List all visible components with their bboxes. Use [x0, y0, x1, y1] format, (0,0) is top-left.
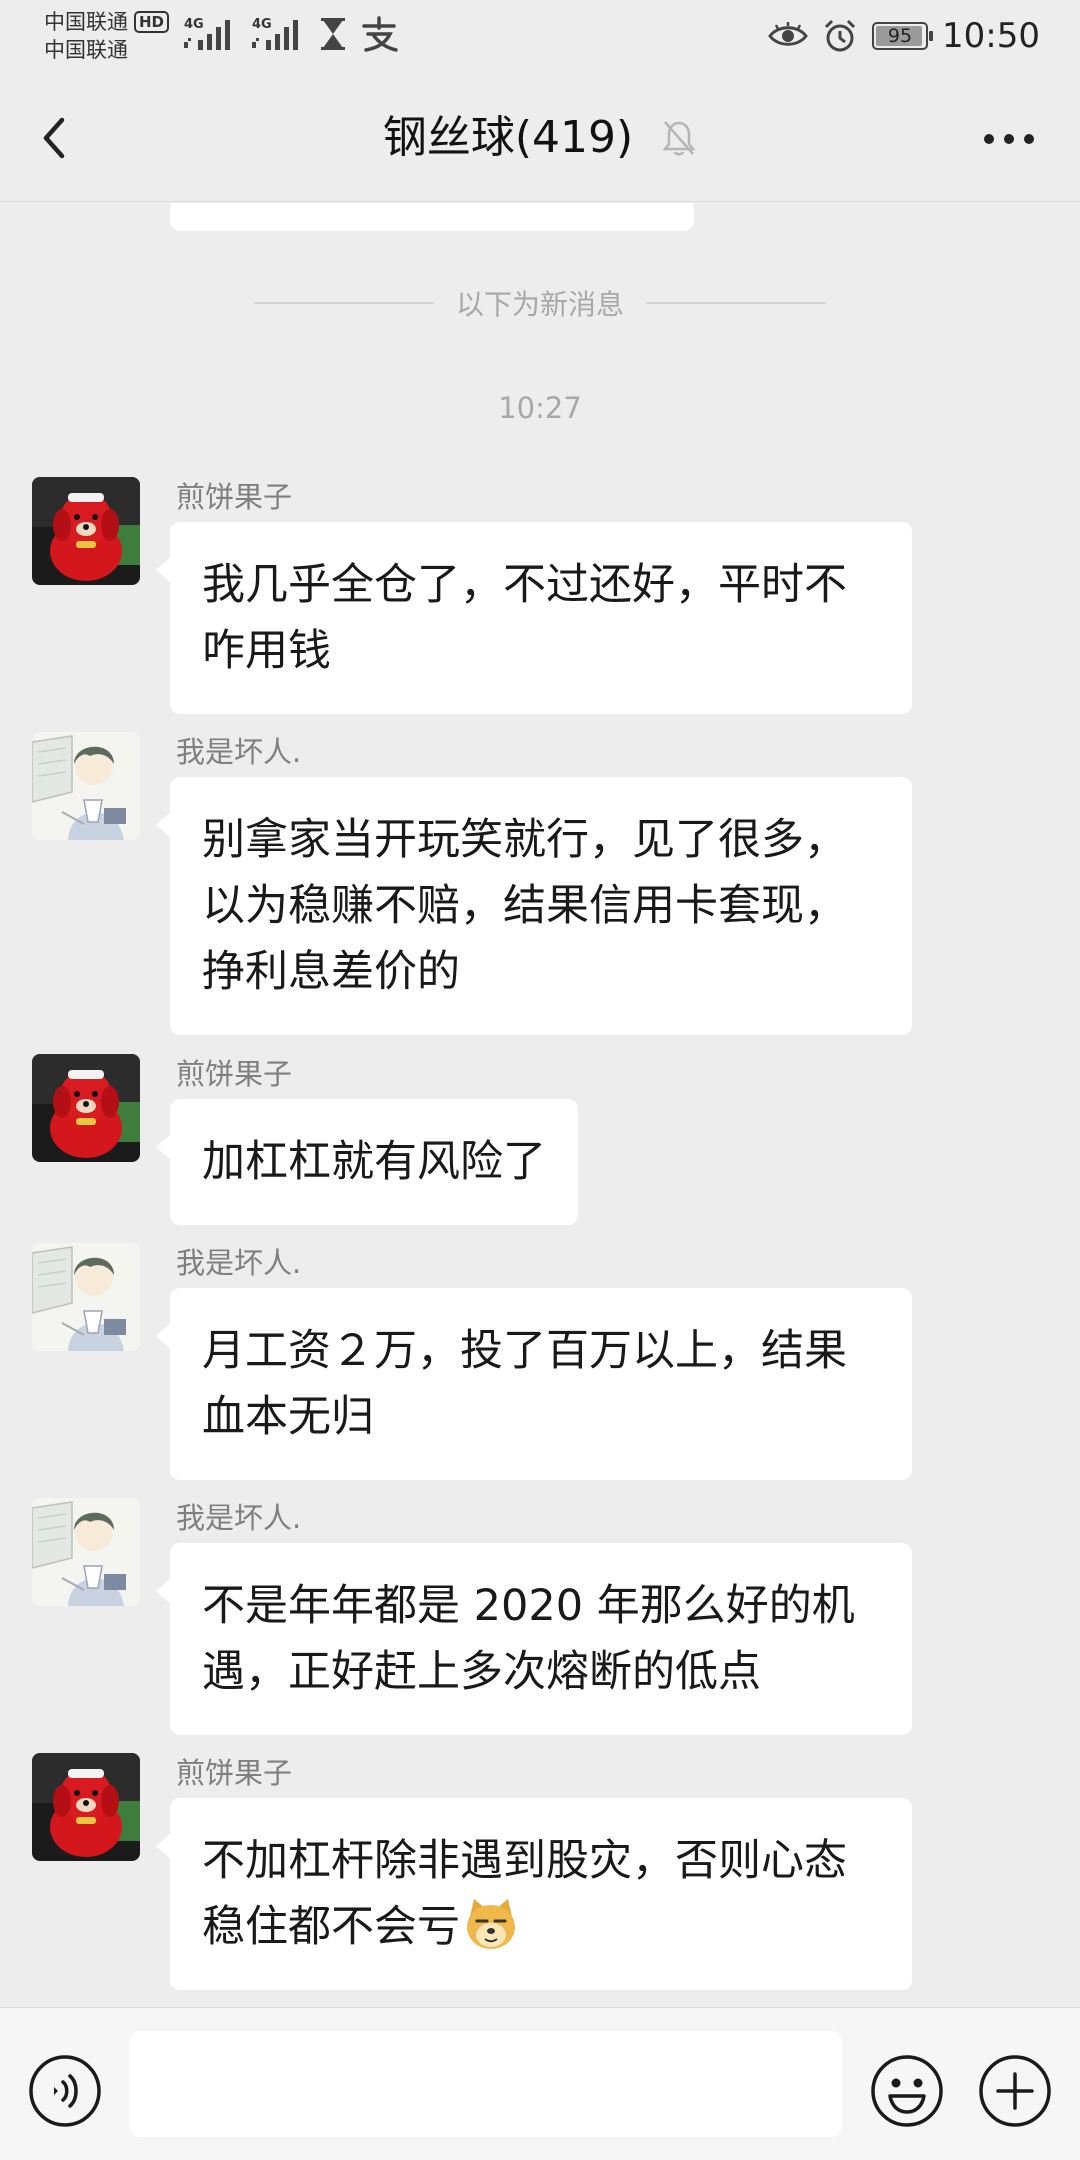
carrier-1: 中国联通 — [44, 10, 128, 34]
chat-input-bar — [0, 2007, 1080, 2160]
anime-boy-avatar-icon — [32, 1498, 140, 1606]
signal-icon-1: 4G — [184, 17, 230, 50]
message-input[interactable] — [130, 2031, 842, 2137]
message-text: 不加杠杆除非遇到股灾，否则心态稳住都不会亏 — [202, 1836, 847, 1952]
sender-name: 我是坏人. — [176, 735, 302, 769]
message-bubble[interactable]: 不加杠杆除非遇到股灾，否则心态稳住都不会亏 — [156, 1798, 912, 1990]
sender-avatar[interactable] — [32, 477, 140, 585]
chat-header: 钢丝球(419) — [0, 72, 1080, 202]
chat-message-list[interactable]: 以下为新消息 10:27 煎饼果子 我几乎全仓了，不过还好，平时不咋用钱 我是坏… — [0, 203, 1080, 2007]
red-dog-avatar-icon — [32, 1054, 140, 1162]
sender-avatar[interactable] — [32, 1498, 140, 1606]
signal-icon-2: 4G — [252, 17, 298, 50]
emoji-icon[interactable] — [870, 2054, 944, 2128]
previous-message-bubble — [170, 203, 694, 231]
sender-name: 煎饼果子 — [176, 1057, 293, 1091]
alipay-icon — [362, 16, 398, 52]
new-messages-label: 以下为新消息 — [455, 288, 624, 321]
sender-name: 煎饼果子 — [176, 1756, 293, 1790]
battery-percent: 95 — [887, 25, 913, 47]
mute-bell-icon — [662, 121, 696, 156]
message-bubble[interactable]: 加杠杠就有风险了 — [156, 1099, 578, 1225]
carrier-labels: 中国联通 HD 中国联通 — [44, 8, 170, 64]
anime-boy-avatar-icon — [32, 1243, 140, 1351]
sender-avatar[interactable] — [32, 1753, 140, 1861]
new-messages-divider: 以下为新消息 — [0, 283, 1080, 323]
message-bubble[interactable]: 别拿家当开玩笑就行，见了很多，以为稳赚不赔，结果信用卡套现，挣利息差价的 — [156, 777, 912, 1035]
sender-name: 煎饼果子 — [176, 480, 293, 514]
sender-avatar[interactable] — [32, 1243, 140, 1351]
status-right: 95 10:50 — [768, 12, 1040, 60]
status-time: 10:50 — [942, 16, 1040, 56]
message-bubble[interactable]: 我几乎全仓了，不过还好，平时不咋用钱 — [156, 522, 912, 714]
battery-icon: 95 — [872, 22, 934, 50]
hourglass-icon — [321, 18, 345, 50]
message-bubble[interactable]: 月工资２万，投了百万以上，结果血本无归 — [156, 1288, 912, 1480]
chat-title-wrap: 钢丝球(419) — [0, 110, 1080, 166]
doge-emoji-icon — [467, 1899, 515, 1949]
plus-icon[interactable] — [978, 2054, 1052, 2128]
anime-boy-avatar-icon — [32, 732, 140, 840]
status-bar: 中国联通 HD 中国联通 4G 4G 95 10:50 — [0, 0, 1080, 72]
red-dog-avatar-icon — [32, 1753, 140, 1861]
more-options-icon[interactable] — [982, 132, 1036, 146]
carrier-2: 中国联通 — [44, 38, 128, 62]
message-timestamp: 10:27 — [498, 391, 582, 425]
red-dog-avatar-icon — [32, 477, 140, 585]
alarm-icon — [824, 19, 856, 52]
sender-name: 我是坏人. — [176, 1246, 302, 1280]
sender-avatar[interactable] — [32, 732, 140, 840]
message-bubble[interactable]: 不是年年都是 2020 年那么好的机遇，正好赶上多次熔断的低点 — [156, 1543, 912, 1735]
voice-input-icon[interactable] — [28, 2054, 102, 2128]
sender-avatar[interactable] — [32, 1054, 140, 1162]
eye-comfort-icon — [768, 22, 808, 46]
network-type-2: 4G — [252, 17, 272, 32]
sender-name: 我是坏人. — [176, 1501, 302, 1535]
network-type-1: 4G — [184, 17, 204, 32]
hd-badge: HD — [134, 11, 170, 33]
chat-title: 钢丝球(419) — [382, 112, 634, 163]
